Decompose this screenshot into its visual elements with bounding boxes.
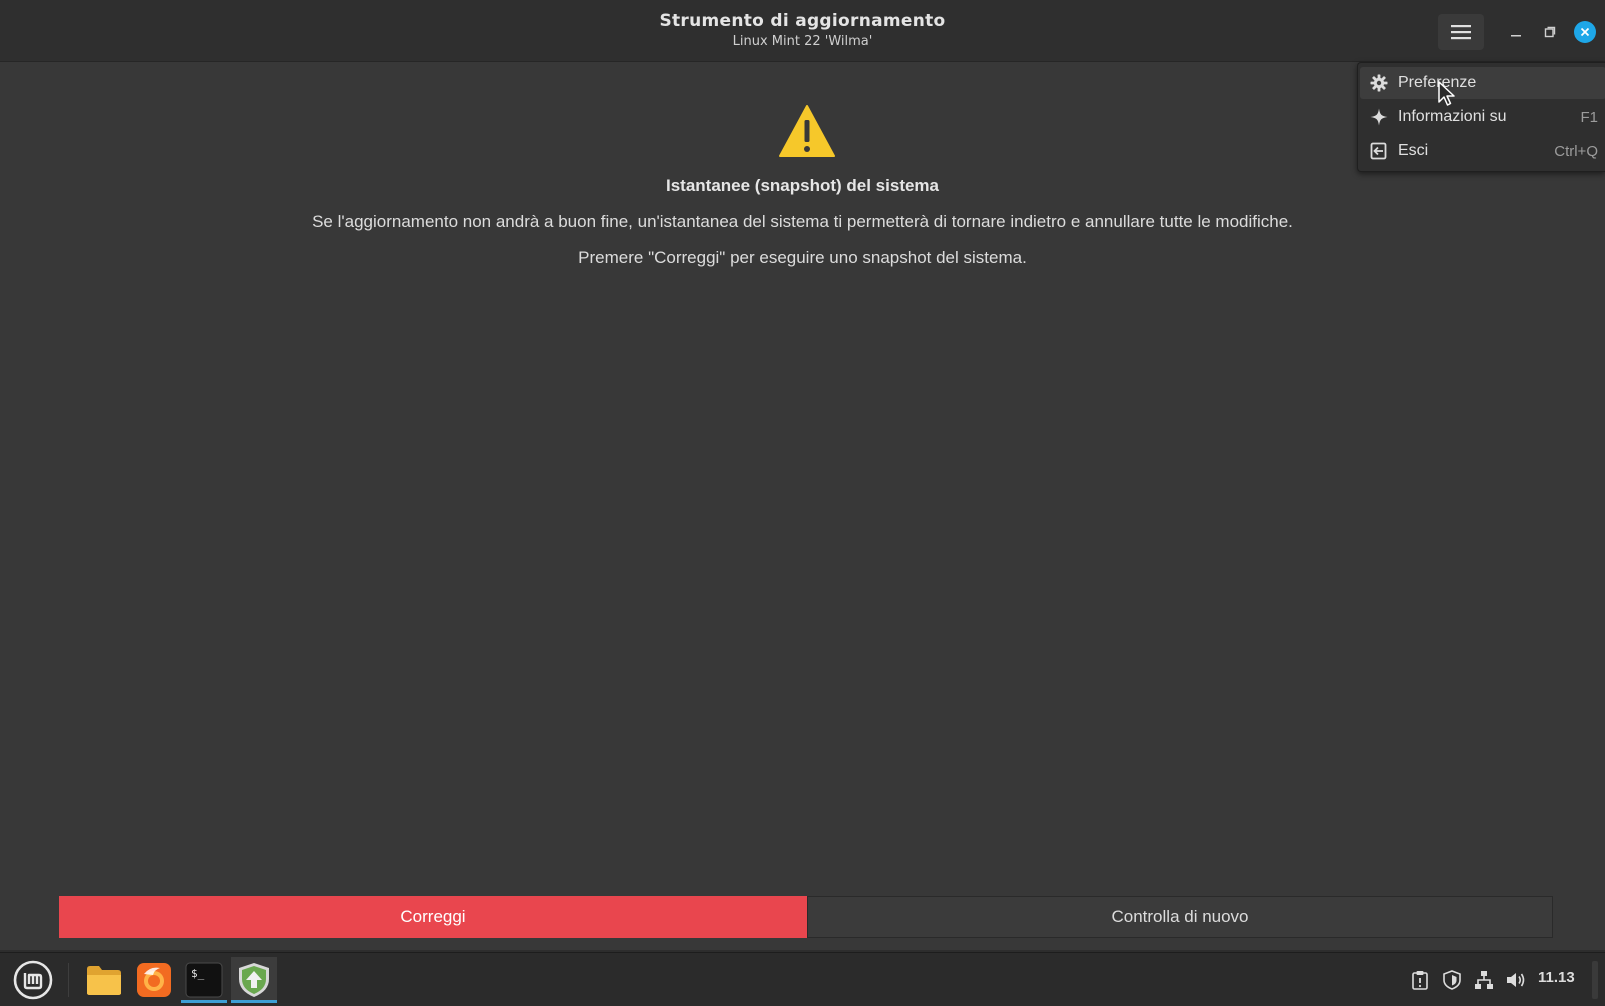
check-again-button[interactable]: Controlla di nuovo <box>807 896 1553 938</box>
hamburger-menu-icon <box>1451 25 1471 40</box>
minimize-button[interactable] <box>1504 20 1528 44</box>
minimize-icon <box>1511 35 1521 37</box>
title-bar[interactable]: Strumento di aggiornamento Linux Mint 22… <box>0 0 1605 62</box>
hamburger-menu-button[interactable] <box>1438 14 1484 50</box>
terminal-active-indicator <box>181 1000 227 1003</box>
menu-item-quit[interactable]: Esci Ctrl+Q <box>1360 135 1605 167</box>
maximize-icon <box>1544 26 1556 38</box>
menu-item-shortcut: F1 <box>1580 108 1598 126</box>
close-icon <box>1580 27 1590 37</box>
fix-button[interactable]: Correggi <box>59 896 807 938</box>
mint-menu-button[interactable] <box>10 957 56 1003</box>
taskbar-clock[interactable]: 11.13 <box>1538 969 1575 986</box>
snapshot-instruction: Premere "Correggi" per eseguire uno snap… <box>578 248 1027 267</box>
maximize-button[interactable] <box>1538 20 1562 44</box>
gear-icon <box>1368 73 1390 93</box>
firefox-icon <box>137 963 171 997</box>
volume-tray-button[interactable] <box>1505 969 1527 991</box>
taskbar-separator <box>68 963 69 997</box>
update-manager-active-indicator <box>231 1000 277 1003</box>
terminal-launcher[interactable]: $_ <box>181 957 227 1003</box>
star-icon <box>1368 107 1390 127</box>
close-button[interactable] <box>1574 21 1596 43</box>
window-subtitle: Linux Mint 22 'Wilma' <box>732 34 873 49</box>
files-folder-icon <box>87 966 121 995</box>
window-title: Strumento di aggiornamento <box>659 11 946 31</box>
menu-item-label: Preferenze <box>1398 74 1477 91</box>
svg-text:$_: $_ <box>191 967 205 980</box>
menu-item-label: Informazioni su <box>1398 108 1507 125</box>
mint-menu-icon <box>13 960 53 1000</box>
clipboard-tray-button[interactable] <box>1409 969 1431 991</box>
network-icon <box>1475 971 1493 989</box>
network-tray-button[interactable] <box>1473 969 1495 991</box>
clipboard-icon <box>1412 971 1428 990</box>
update-manager-icon <box>239 963 269 997</box>
shield-tray-button[interactable] <box>1441 969 1463 991</box>
menu-item-shortcut: Ctrl+Q <box>1554 142 1598 160</box>
hamburger-popup-menu: Preferenze Informazioni su F1 Esci Ctrl+… <box>1357 62 1605 172</box>
volume-icon <box>1507 973 1525 987</box>
menu-item-about[interactable]: Informazioni su F1 <box>1360 101 1605 133</box>
show-desktop-button[interactable] <box>1592 961 1598 999</box>
update-manager-launcher[interactable] <box>231 957 277 1003</box>
exit-icon <box>1368 141 1390 161</box>
snapshot-heading: Istantanee (snapshot) del sistema <box>665 176 940 195</box>
firefox-launcher[interactable] <box>131 957 177 1003</box>
files-launcher[interactable] <box>81 957 127 1003</box>
mouse-cursor-icon <box>1438 81 1455 106</box>
snapshot-description: Se l'aggiornamento non andrà a buon fine… <box>312 212 1293 231</box>
menu-item-label: Esci <box>1398 142 1429 159</box>
warning-icon <box>779 105 835 157</box>
menu-item-preferences[interactable]: Preferenze <box>1360 67 1605 99</box>
shield-icon <box>1443 970 1461 990</box>
taskbar: $_ 11.13 <box>0 952 1605 1006</box>
main-content: Istantanee (snapshot) del sistema Se l'a… <box>0 62 1605 950</box>
terminal-icon: $_ <box>185 962 223 998</box>
